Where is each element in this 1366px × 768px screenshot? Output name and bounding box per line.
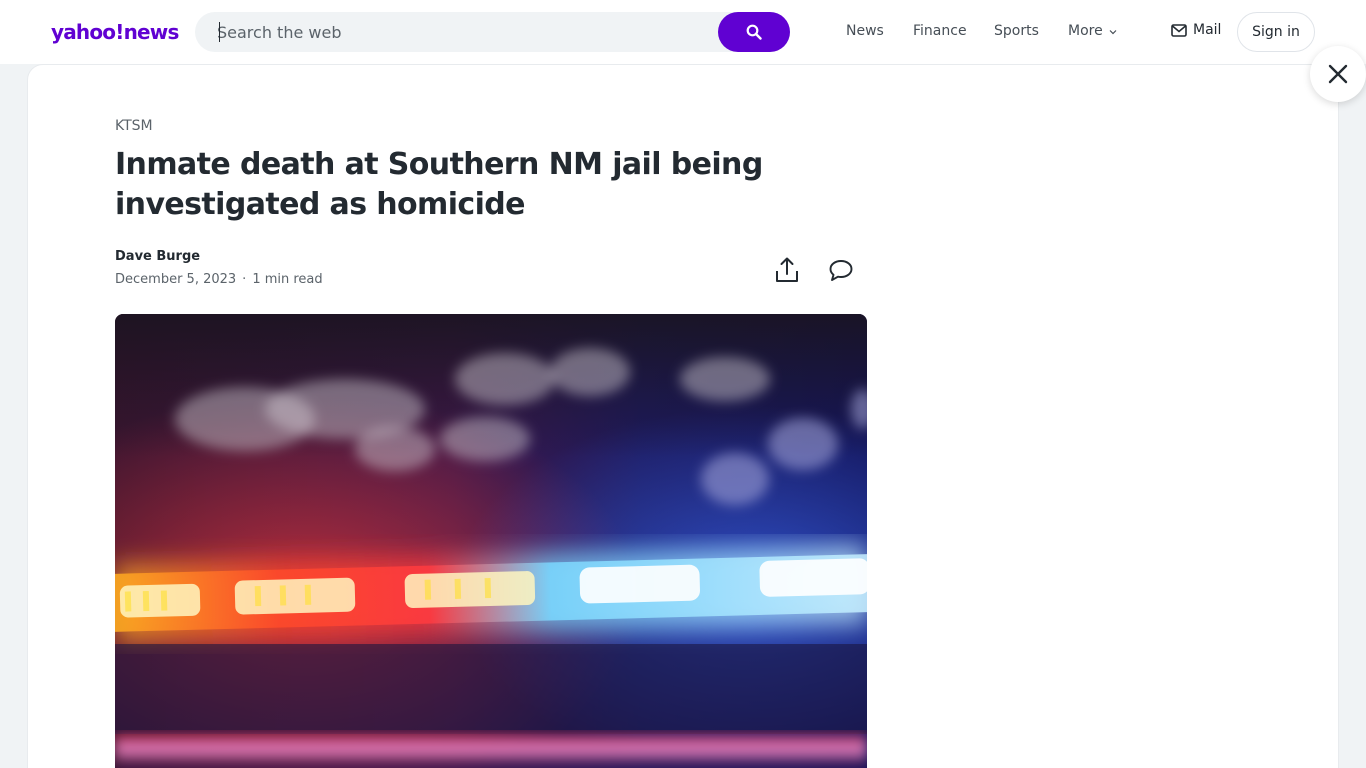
logo-section: news	[123, 20, 180, 44]
sign-in-label: Sign in	[1252, 24, 1300, 40]
comment-icon	[829, 260, 853, 281]
mail-link[interactable]: Mail	[1171, 22, 1221, 38]
yahoo-news-logo[interactable]: yahoo!news	[51, 19, 179, 45]
share-icon	[776, 257, 798, 282]
top-header: yahoo!news News Finance Sports More Mail…	[0, 0, 1366, 64]
nav-sports[interactable]: Sports	[994, 22, 1039, 40]
text-cursor	[219, 22, 220, 42]
chevron-down-icon	[1109, 30, 1117, 35]
search-icon	[746, 24, 762, 40]
mail-icon	[1171, 23, 1187, 37]
logo-brand: yahoo!	[51, 20, 124, 44]
search-button[interactable]	[718, 12, 790, 52]
article-headline: Inmate death at Southern NM jail being i…	[115, 147, 763, 222]
sign-in-button[interactable]: Sign in	[1237, 12, 1315, 52]
close-button[interactable]	[1310, 46, 1366, 102]
hero-image	[115, 314, 867, 768]
article-author: Dave Burge	[115, 249, 201, 264]
search-input[interactable]	[217, 12, 707, 52]
article-meta: December 5, 2023 · 1 min read	[115, 272, 323, 287]
article-provider[interactable]: KTSM	[115, 118, 153, 134]
nav-news[interactable]: News	[846, 22, 884, 40]
article-date: December 5, 2023	[115, 272, 237, 287]
meta-separator: ·	[242, 272, 247, 287]
comment-button[interactable]	[828, 258, 854, 284]
nav-more-label: More	[1068, 23, 1103, 39]
nav-more[interactable]: More	[1068, 22, 1117, 40]
search-bar	[195, 12, 790, 52]
close-icon	[1328, 64, 1348, 84]
nav-finance[interactable]: Finance	[913, 22, 967, 40]
article-read-time: 1 min read	[252, 272, 323, 287]
mail-label: Mail	[1193, 22, 1222, 38]
share-button[interactable]	[774, 256, 800, 284]
police-lights-photo	[115, 314, 867, 768]
